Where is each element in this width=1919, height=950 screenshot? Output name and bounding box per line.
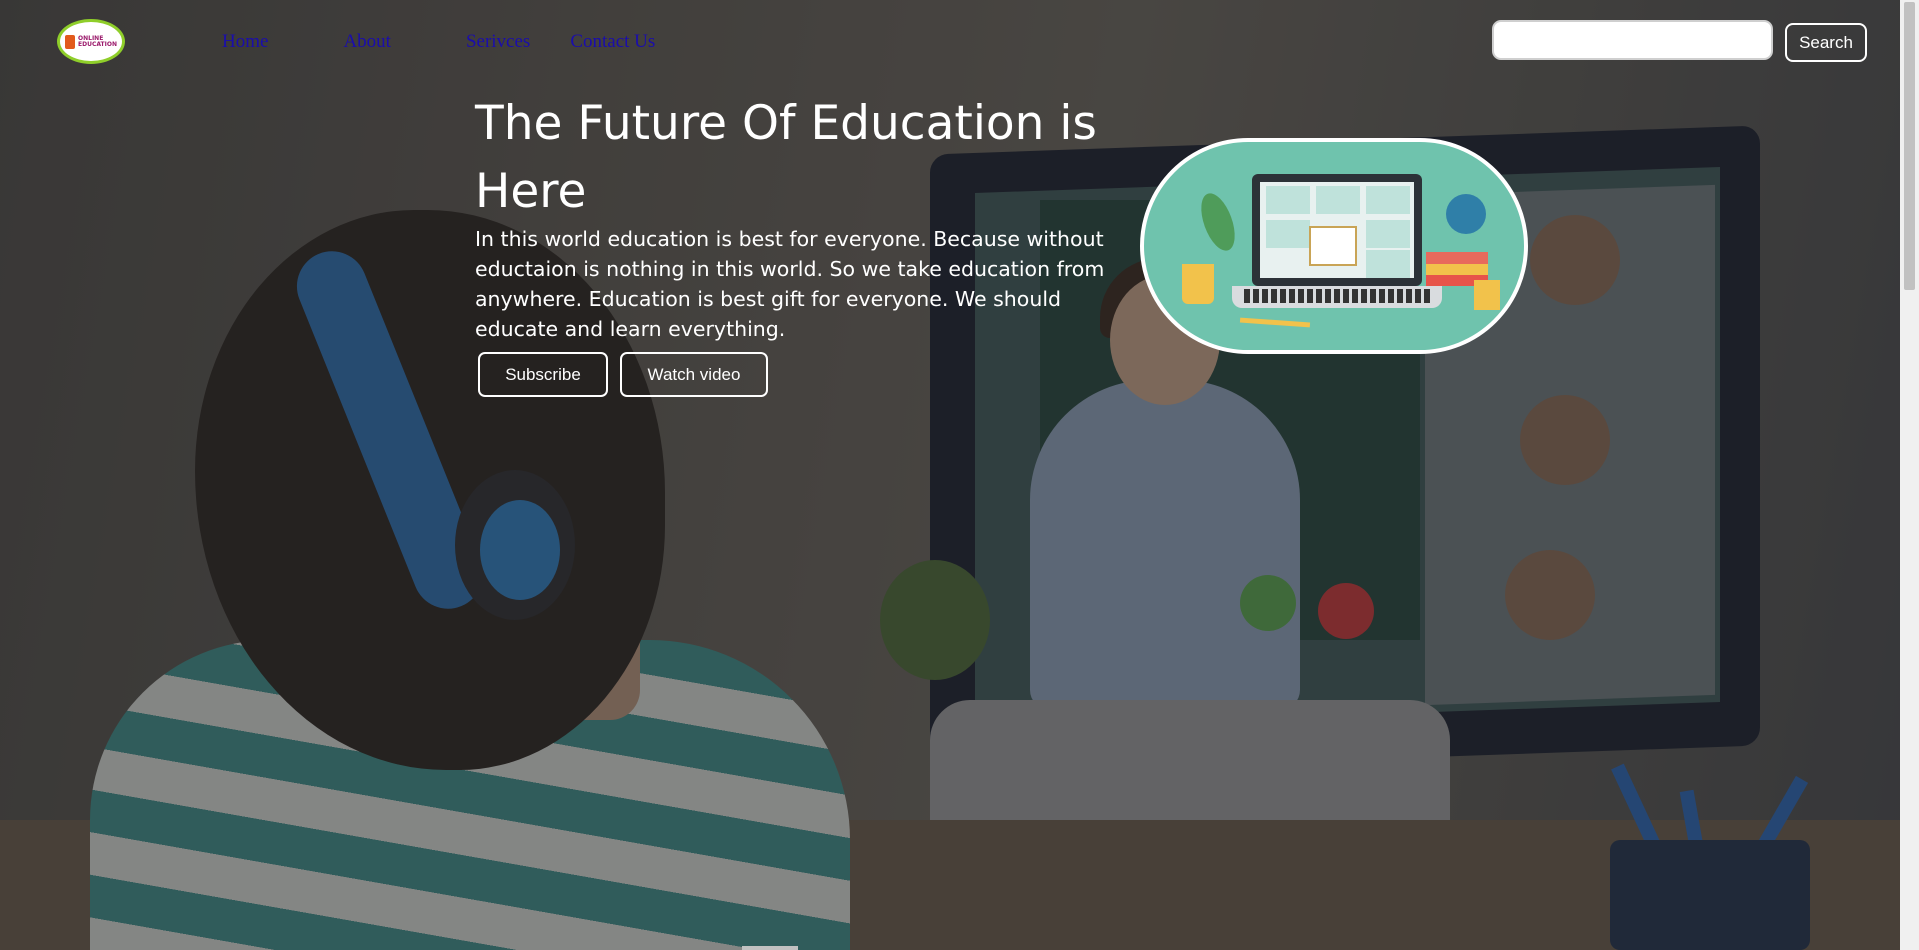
logo-icon[interactable]: ONLINE EDUCATION	[57, 19, 125, 64]
subscribe-button[interactable]: Subscribe	[478, 352, 608, 397]
nav-link-services[interactable]: Serivces	[466, 31, 530, 53]
vertical-scroll-thumb[interactable]	[1904, 2, 1915, 290]
online-class-illustration	[1140, 138, 1528, 354]
watch-video-button[interactable]: Watch video	[620, 352, 768, 397]
hero-title: The Future Of Education is Here	[475, 96, 1097, 219]
nav-link-contact[interactable]: Contact Us	[570, 31, 655, 53]
nav-link-home[interactable]: Home	[222, 31, 268, 53]
hero-description: In this world education is best for ever…	[475, 227, 1105, 341]
search-button[interactable]: Search	[1785, 23, 1867, 62]
horizontal-scroll-thumb[interactable]	[742, 946, 798, 950]
site-header: ONLINE EDUCATION Home About Serivces Con…	[0, 0, 1900, 86]
main-nav: Home About Serivces Contact Us	[222, 31, 730, 53]
logo-text-line2: EDUCATION	[78, 40, 117, 48]
logo-mark	[65, 34, 75, 49]
search-input[interactable]	[1492, 20, 1773, 60]
nav-link-about[interactable]: About	[343, 31, 391, 53]
